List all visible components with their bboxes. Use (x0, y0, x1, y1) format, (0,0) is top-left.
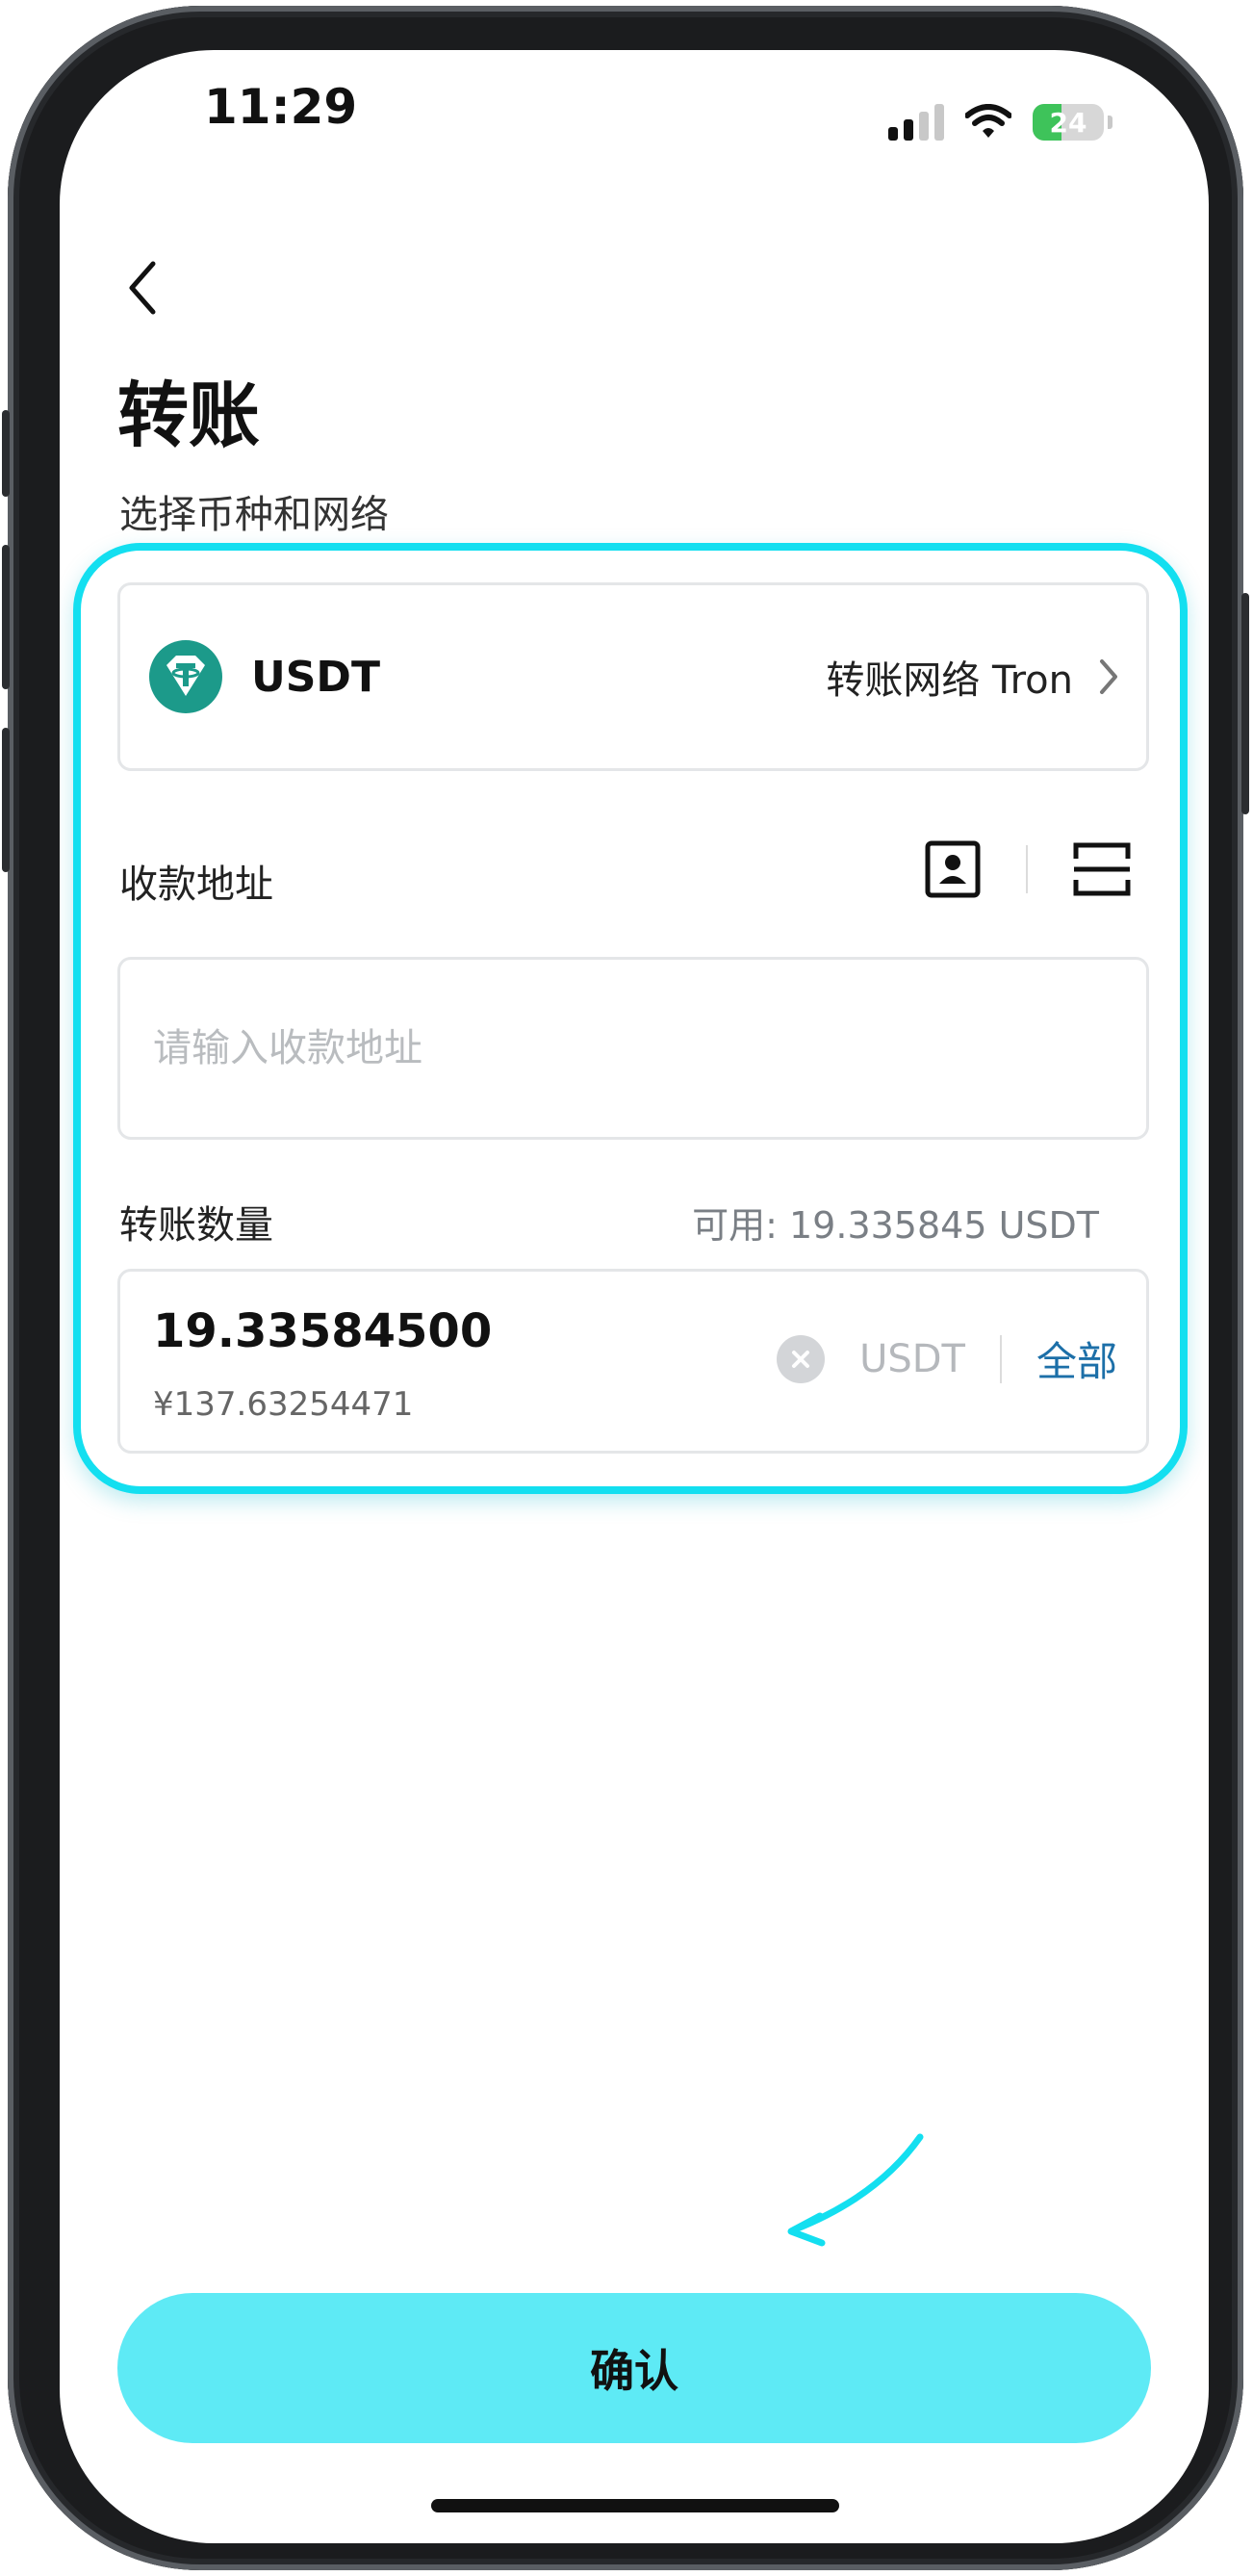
chevron-left-icon (129, 261, 156, 315)
chevron-right-icon (1100, 659, 1117, 694)
hint-arrow-icon (787, 2133, 924, 2247)
amount-fiat-value: ¥137.63254471 (153, 1385, 414, 1424)
address-input-box (117, 957, 1149, 1140)
page-title: 转账 (117, 374, 260, 457)
status-time: 11:29 (204, 79, 358, 135)
amount-value[interactable]: 19.33584500 (153, 1304, 492, 1358)
power-button (1241, 593, 1249, 814)
clear-icon[interactable] (777, 1334, 826, 1383)
address-actions (924, 839, 1132, 899)
tether-icon (149, 640, 222, 713)
address-book-icon[interactable] (924, 839, 982, 899)
scan-icon[interactable] (1072, 839, 1132, 899)
address-input[interactable] (120, 960, 1146, 1137)
amount-divider (999, 1334, 1002, 1383)
coin-name: USDT (251, 652, 380, 702)
phone-frame: 11:29 24 转账 选择币种和网络 USDT 转账网络 Tron 收款地址 … (2, 6, 1249, 2570)
amount-input-box[interactable]: 19.33584500 ¥137.63254471 USDT 全部 (117, 1269, 1149, 1454)
back-button[interactable] (114, 254, 171, 322)
volume-down-button (2, 728, 10, 872)
confirm-button[interactable]: 确认 (117, 2293, 1151, 2443)
address-label: 收款地址 (119, 863, 273, 907)
status-icons: 24 (888, 104, 1112, 141)
mute-switch (2, 410, 10, 497)
battery-level: 24 (1049, 106, 1087, 139)
section-subtitle: 选择币种和网络 (119, 493, 389, 537)
volume-up-button (2, 545, 10, 689)
network-label: 转账网络 Tron (826, 658, 1073, 703)
amount-label: 转账数量 (119, 1203, 273, 1248)
battery-icon: 24 (1033, 104, 1104, 141)
network-selector[interactable]: 转账网络 Tron (826, 649, 1119, 705)
coin-network-selector[interactable]: USDT 转账网络 Tron (117, 582, 1149, 771)
cellular-signal-icon (888, 104, 944, 141)
all-button[interactable]: 全部 (1036, 1329, 1117, 1388)
home-indicator[interactable] (431, 2499, 839, 2512)
amount-unit: USDT (859, 1336, 965, 1381)
actions-divider (1026, 845, 1028, 893)
amount-controls: USDT 全部 (777, 1329, 1117, 1388)
wifi-icon (965, 104, 1011, 138)
available-balance: 可用: 19.335845 USDT (692, 1204, 1099, 1247)
battery-tip (1108, 116, 1112, 129)
app-screen: 11:29 24 转账 选择币种和网络 USDT 转账网络 Tron 收款地址 … (60, 50, 1209, 2543)
